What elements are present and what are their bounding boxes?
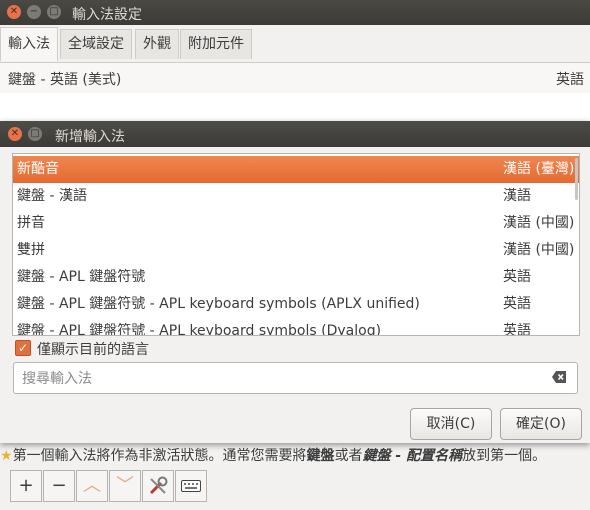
list-item-name: 雙拼 xyxy=(17,242,45,258)
input-method-list-area xyxy=(0,93,590,124)
tab-global-config[interactable]: 全域設定 xyxy=(60,29,132,59)
current-input-method-name: 鍵盤 - 英語 (美式) xyxy=(8,72,122,88)
ok-button[interactable]: 確定(O) xyxy=(500,408,582,440)
list-item-lang: 漢語 (中國) xyxy=(503,242,575,258)
add-button[interactable]: + xyxy=(10,470,42,502)
clear-icon[interactable] xyxy=(551,370,567,384)
input-method-toolbar: + − ︿ ﹀ xyxy=(10,470,210,502)
list-item-lang: 漢語 (臺灣) xyxy=(503,161,575,177)
list-item[interactable]: 鍵盤 - APL 鍵盤符號 - APL keyboard symbols (AP… xyxy=(13,291,579,318)
list-item[interactable]: 鍵盤 - APL 鍵盤符號 英語 xyxy=(13,264,579,291)
close-icon[interactable]: ✕ xyxy=(7,5,21,19)
list-item[interactable]: 鍵盤 - 漢語 漢語 xyxy=(13,183,579,210)
list-item[interactable]: 拼音 漢語 (中國) xyxy=(13,210,579,237)
keyboard-icon xyxy=(181,480,201,492)
minimize-icon[interactable]: − xyxy=(27,5,41,19)
list-item-lang: 英語 xyxy=(503,296,531,312)
configure-button[interactable] xyxy=(142,470,174,502)
tab-bar: 輸入法 全域設定 外觀 附加元件 xyxy=(0,25,590,61)
dialog-titlebar: ✕ □ 新增輸入法 xyxy=(0,121,590,147)
remove-button[interactable]: − xyxy=(43,470,75,502)
list-item[interactable]: 新酷音 漢語 (臺灣) xyxy=(13,156,579,183)
parent-titlebar: ✕ − □ 輸入法設定 xyxy=(0,0,590,25)
current-input-method-lang: 英語 xyxy=(556,72,584,88)
cancel-button[interactable]: 取消(C) xyxy=(410,408,492,440)
list-item-lang: 漢語 xyxy=(503,188,531,204)
list-item-name: 鍵盤 - 漢語 xyxy=(17,188,87,204)
list-item-lang: 英語 xyxy=(503,323,531,336)
list-item-lang: 漢語 (中國) xyxy=(503,215,575,231)
current-input-method-row[interactable]: 鍵盤 - 英語 (美式) 英語 xyxy=(0,62,590,94)
star-icon: ★ xyxy=(0,448,13,464)
list-item-name: 鍵盤 - APL 鍵盤符號 - APL keyboard symbols (AP… xyxy=(17,296,420,312)
add-input-method-dialog: ✕ □ 新增輸入法 新酷音 漢語 (臺灣) 鍵盤 - 漢語 漢語 拼音 漢語 (… xyxy=(0,121,590,443)
list-item[interactable]: 雙拼 漢語 (中國) xyxy=(13,237,579,264)
only-current-lang-checkbox[interactable]: ✓ xyxy=(15,340,31,356)
list-item-name: 拼音 xyxy=(17,215,45,231)
keyboard-layout-button[interactable] xyxy=(175,470,207,502)
maximize-icon[interactable]: □ xyxy=(47,5,61,19)
list-item-name: 新酷音 xyxy=(17,161,59,177)
maximize-icon[interactable]: □ xyxy=(28,127,42,141)
info-text: ★第一個輸入法將作為非激活狀態。通常您需要將鍵盤或者鍵盤 - 配置名稱放到第一個… xyxy=(0,448,547,464)
list-item[interactable]: 鍵盤 - APL 鍵盤符號 - APL keyboard symbols (Dy… xyxy=(13,318,579,336)
close-icon[interactable]: ✕ xyxy=(8,127,22,141)
scrollbar[interactable] xyxy=(575,158,578,200)
tools-icon xyxy=(149,476,168,495)
search-box xyxy=(13,362,578,394)
list-item-name: 鍵盤 - APL 鍵盤符號 xyxy=(17,269,146,285)
list-item-lang: 英語 xyxy=(503,269,531,285)
tab-input-methods[interactable]: 輸入法 xyxy=(0,27,58,61)
window-title: 輸入法設定 xyxy=(72,7,142,23)
tab-appearance[interactable]: 外觀 xyxy=(135,29,179,59)
dialog-title: 新增輸入法 xyxy=(55,129,125,145)
move-down-button[interactable]: ﹀ xyxy=(109,470,141,502)
list-item-name: 鍵盤 - APL 鍵盤符號 - APL keyboard symbols (Dy… xyxy=(17,323,382,336)
only-current-lang-label: 僅顯示目前的語言 xyxy=(37,342,149,358)
move-up-button[interactable]: ︿ xyxy=(76,470,108,502)
tab-addons[interactable]: 附加元件 xyxy=(180,29,252,59)
search-input[interactable] xyxy=(20,368,524,390)
available-input-method-list[interactable]: 新酷音 漢語 (臺灣) 鍵盤 - 漢語 漢語 拼音 漢語 (中國) 雙拼 漢語 … xyxy=(12,153,580,336)
